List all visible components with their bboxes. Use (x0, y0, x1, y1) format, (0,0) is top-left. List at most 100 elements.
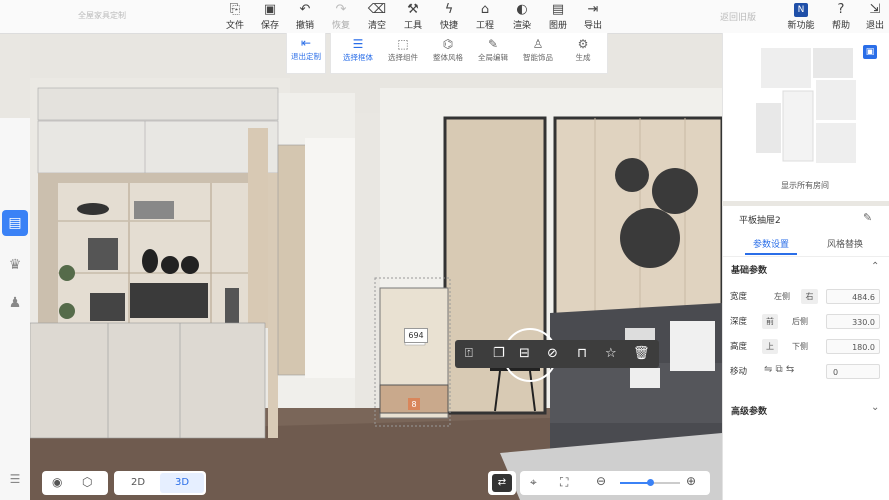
view-3d-button[interactable]: 3D (160, 473, 204, 493)
exit-customize-button[interactable]: ⇤ 退出定制 (286, 33, 326, 74)
panel-tabs: 参数设置 风格替换 (723, 232, 889, 257)
view-2d-button[interactable]: 2D (116, 473, 160, 493)
toolbar-label: 恢复 (331, 21, 350, 31)
toolbar-label: 清空 (367, 21, 386, 31)
edit-icon[interactable]: ✎ (863, 211, 872, 224)
toolbar-label: 导出 (583, 21, 602, 31)
drawer-icon[interactable]: ⊟ (519, 346, 530, 362)
catalog-icon[interactable]: ▤ (2, 210, 28, 236)
param-option-b[interactable]: 后侧 (781, 314, 819, 329)
toolbar-save-button[interactable]: ▣ 保存 (255, 2, 285, 31)
crown-icon[interactable]: ♛ (2, 252, 28, 278)
fit-view-icon[interactable]: ⛶ (560, 475, 568, 490)
tab-active-indicator (745, 253, 797, 255)
eraser-icon: ⌫ (367, 2, 387, 17)
tab-style-replace[interactable]: 风格替换 (827, 237, 863, 250)
redo-icon: ↷ (335, 2, 347, 17)
subtoolbar-label: 生成 (575, 53, 591, 62)
tab-params[interactable]: 参数设置 (753, 237, 789, 250)
subtoolbar-select-component-button[interactable]: ⬚ 选择组件 (380, 36, 426, 63)
logout-icon: ⇲ (869, 2, 881, 17)
toolbar-label: 快捷 (439, 21, 458, 31)
toolbar-new-feature-button[interactable]: N 新功能 (786, 2, 816, 31)
subtoolbar-label: 选择组件 (388, 53, 418, 62)
toolbar-export-button[interactable]: ⇥ 导出 (578, 2, 608, 31)
new-feature-icon: N (794, 3, 808, 17)
param-option-b[interactable]: 右 (801, 289, 818, 304)
toolbar-label: 退出 (865, 21, 884, 31)
layers-icon[interactable]: ☰ (2, 466, 28, 492)
param-value-input[interactable]: 180.0 (826, 339, 880, 354)
toolbar-help-button[interactable]: ? 帮助 (826, 2, 856, 31)
global-edit-icon: ✎ (487, 37, 499, 51)
toggle-icon[interactable]: ⇄ (492, 474, 512, 492)
zoom-out-icon[interactable]: ⊖ (596, 474, 606, 488)
toolbar-label: 帮助 (831, 21, 850, 31)
toolbar-album-button[interactable]: ▤ 图册 (543, 2, 573, 31)
door-icon[interactable]: ⍐ (465, 346, 473, 362)
cube-icon[interactable]: ⬡ (82, 475, 92, 489)
subtoolbar-select-cabinet-button[interactable]: ☰ 选择框体 (335, 36, 381, 63)
chevron-up-icon[interactable]: ⌃ (871, 261, 879, 272)
star-icon[interactable]: ☆ (605, 346, 617, 362)
show-all-rooms-link[interactable]: 显示所有房间 (781, 180, 829, 191)
album-icon: ▤ (551, 2, 565, 17)
toolbar-wrench-button[interactable]: ⚒ 工具 (398, 2, 428, 31)
room-render (30, 33, 722, 500)
toolbar-project-button[interactable]: ⌂ 工程 (470, 2, 500, 31)
toolbar-render-button[interactable]: ◐ 渲染 (507, 2, 537, 31)
exit-icon: ⇤ (300, 36, 312, 50)
param-option-a[interactable]: 前 (762, 314, 778, 329)
left-sidebar: ▤ ♛ ♟ ☰ (0, 118, 30, 500)
floorplan-minimap[interactable]: ▣ 显示所有房间 (722, 33, 889, 201)
move-icons[interactable]: ⇋ ⧉ ⇆ (764, 364, 794, 375)
toolbar-file-button[interactable]: ⎘ 文件 (220, 2, 250, 31)
camera-icon[interactable]: ⌖ (530, 475, 537, 490)
copy-icon[interactable]: ❐ (493, 346, 505, 362)
toolbar-logout-button[interactable]: ⇲ 退出 (860, 2, 889, 31)
param-option-b[interactable]: 下侧 (781, 339, 819, 354)
toolbar-redo-button[interactable]: ↷ 恢复 (326, 2, 356, 31)
hide-icon[interactable]: ⊘ (547, 346, 558, 362)
undo-icon: ↶ (299, 2, 311, 17)
advanced-params-heading: 高级参数 (731, 407, 768, 417)
zoom-in-icon[interactable]: ⊕ (686, 474, 696, 488)
param-value-input[interactable]: 484.6 (826, 289, 880, 304)
dimension-label-small[interactable]: 8 (408, 399, 420, 411)
3d-viewport[interactable]: 694 8 (30, 33, 722, 500)
floorplan-toggle-icon[interactable]: ▣ (863, 45, 877, 59)
trash-icon[interactable]: 🗑 (633, 346, 650, 362)
toolbar-label: 新功能 (787, 21, 815, 31)
back-to-old-version-link[interactable]: 返回旧版 (720, 10, 756, 23)
param-value-input[interactable]: 330.0 (826, 314, 880, 329)
toolbar-label: 渲染 (512, 21, 531, 31)
select-cabinet-icon: ☰ (352, 37, 364, 51)
top-toolbar: 全屋家具定制 ⎘ 文件 ▣ 保存 ↶ 撤销 ↷ 恢复 ⌫ 清空 ⚒ 工具 ϟ 快捷 ⌂ 工程 ◐ 渲染 ▤ 图册 ⇥ 导出… (0, 0, 889, 34)
subtoolbar-smart-decor-button[interactable]: ♙ 智能饰品 (515, 36, 561, 63)
toolbar-eraser-button[interactable]: ⌫ 清空 (362, 2, 392, 31)
toolbar-label: 工具 (403, 21, 422, 31)
chevron-down-icon[interactable]: ⌄ (871, 402, 879, 413)
toolbar-label: 撤销 (295, 21, 314, 31)
subtoolbar-global-edit-button[interactable]: ✎ 全局编辑 (470, 36, 516, 63)
subtoolbar-generate-button[interactable]: ⚙ 生成 (560, 36, 606, 63)
generate-icon: ⚙ (577, 37, 589, 51)
toolbar-undo-button[interactable]: ↶ 撤销 (290, 2, 320, 31)
param-value-input[interactable]: 0 (826, 364, 880, 379)
zoom-slider-handle[interactable] (647, 479, 654, 486)
dimension-label-height[interactable]: 694 (404, 328, 428, 343)
user-icon[interactable]: ♟ (2, 290, 28, 316)
param-option-a[interactable]: 左侧 (764, 289, 800, 304)
exit-customize-label: 退出定制 (291, 52, 321, 61)
toolbar-lightning-button[interactable]: ϟ 快捷 (434, 2, 464, 31)
eye-icon[interactable]: ◉ (52, 475, 62, 489)
lock-icon[interactable]: ⊓ (577, 346, 587, 362)
param-label: 深度 (730, 317, 748, 327)
subtoolbar-label: 选择框体 (343, 53, 373, 62)
subtoolbar-style-button[interactable]: ⌬ 整体风格 (425, 36, 471, 63)
param-label: 移动 (730, 367, 748, 377)
subtoolbar-label: 智能饰品 (523, 53, 553, 62)
param-option-a[interactable]: 上 (762, 339, 778, 354)
zoom-slider[interactable] (620, 479, 680, 486)
view-mode-switch: 2D 3D (114, 471, 206, 495)
